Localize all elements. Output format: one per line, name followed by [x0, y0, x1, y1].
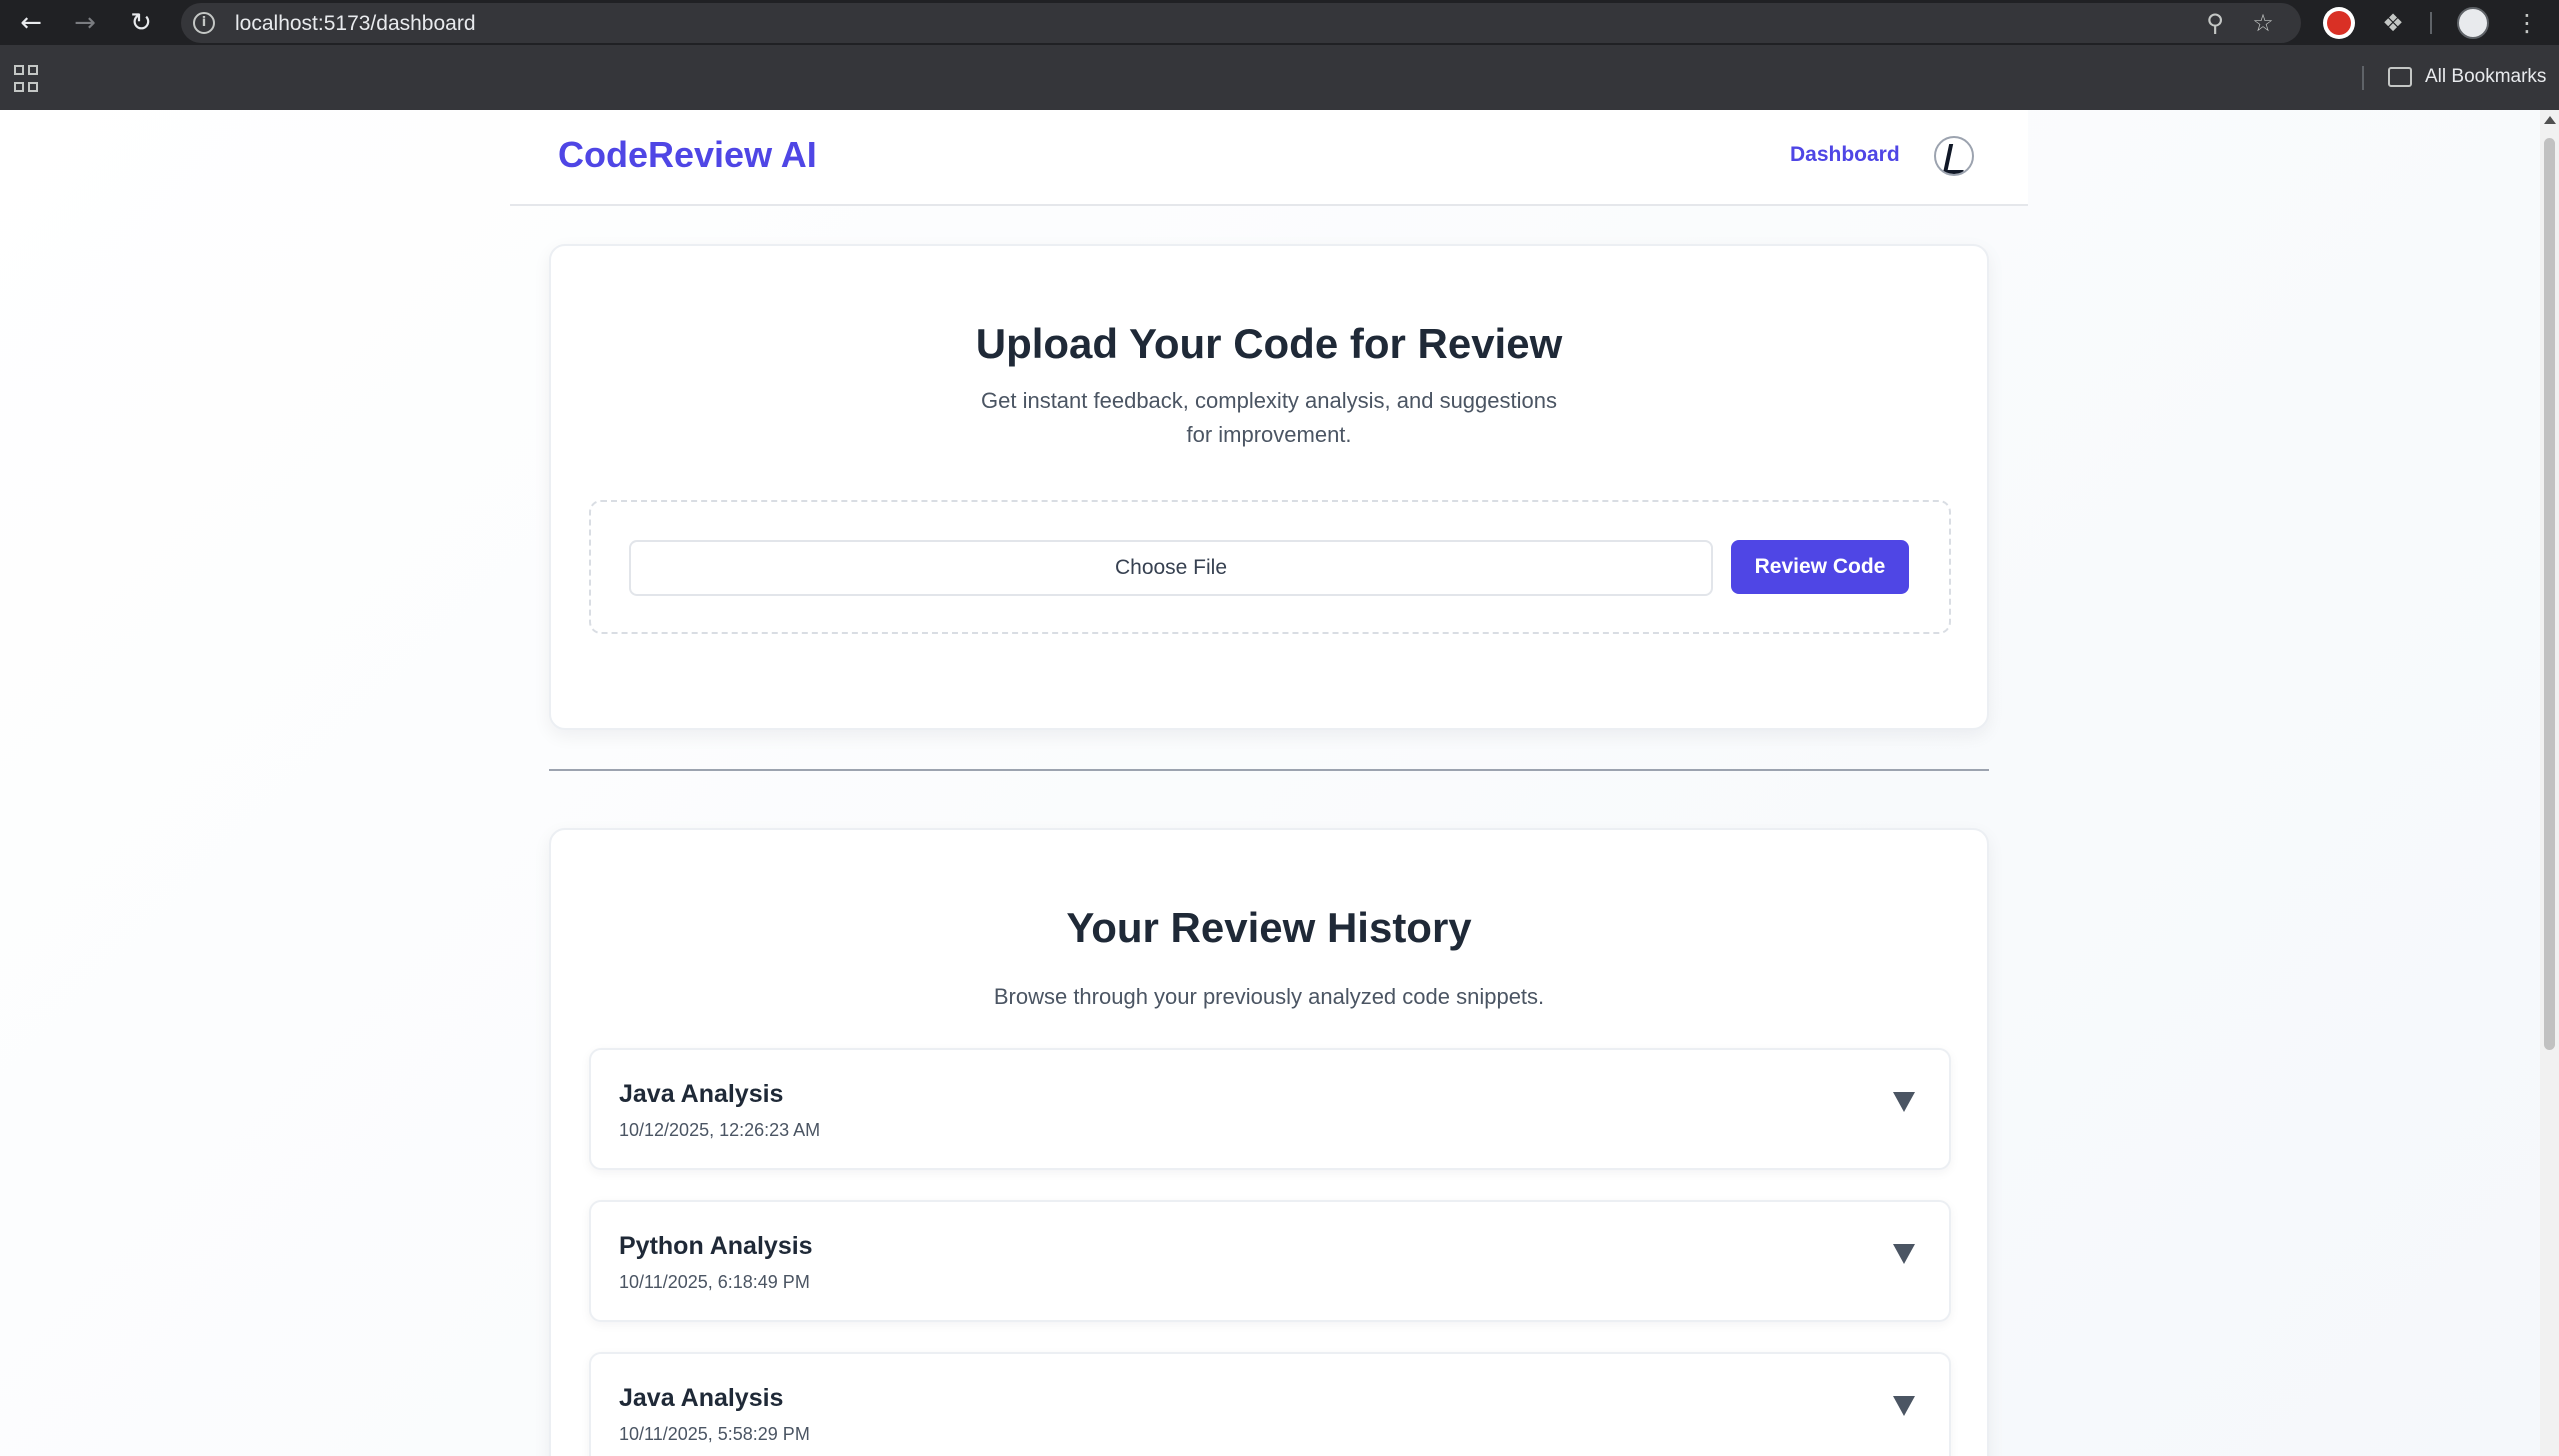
- history-item-date: 10/12/2025, 12:26:23 AM: [619, 1120, 821, 1140]
- nav-dashboard-link[interactable]: Dashboard: [1790, 143, 1900, 167]
- address-bar[interactable]: i localhost:5173/dashboard: [181, 3, 2301, 43]
- puzzle-icon[interactable]: ❖: [2376, 6, 2410, 40]
- page-scrollbar[interactable]: [2540, 110, 2559, 1456]
- zoom-icon[interactable]: ⚲: [2198, 6, 2232, 40]
- history-item-title: Java Analysis: [619, 1384, 784, 1412]
- forward-icon[interactable]: →: [68, 6, 102, 40]
- browser-toolbar: ← → ↻ i localhost:5173/dashboard ⚲ ☆ ❖ ⋮: [0, 0, 2559, 45]
- history-title: Your Review History: [1066, 904, 1472, 951]
- star-icon[interactable]: ☆: [2246, 6, 2280, 40]
- history-subtitle: Browse through your previously analyzed …: [993, 984, 1545, 1009]
- upload-drop-zone[interactable]: Choose File Review Code: [589, 500, 1951, 634]
- toolbar-divider: [2430, 12, 2432, 34]
- back-icon[interactable]: ←: [14, 6, 48, 40]
- history-item-title: Python Analysis: [619, 1232, 813, 1260]
- file-input[interactable]: Choose File: [629, 540, 1713, 596]
- section-divider: [549, 769, 1989, 771]
- reload-icon[interactable]: ↻: [124, 6, 158, 40]
- review-code-button[interactable]: Review Code: [1731, 540, 1909, 594]
- site-info-icon[interactable]: i: [193, 12, 215, 34]
- folder-icon[interactable]: [2388, 67, 2412, 87]
- history-item-title: Java Analysis: [619, 1080, 784, 1108]
- history-card: Your Review History Browse through your …: [549, 828, 1989, 1456]
- history-item[interactable]: Java Analysis 10/12/2025, 12:26:23 AM: [589, 1048, 1951, 1170]
- all-bookmarks-link[interactable]: All Bookmarks: [2425, 66, 2546, 88]
- history-item-date: 10/11/2025, 5:58:29 PM: [619, 1424, 810, 1444]
- history-item-date: 10/11/2025, 6:18:49 PM: [619, 1272, 810, 1292]
- url-text[interactable]: localhost:5173/dashboard: [235, 12, 476, 36]
- app-header: CodeReview AI Dashboard: [510, 110, 2028, 206]
- expand-toggle-icon[interactable]: [1893, 1244, 1915, 1264]
- bookmarks-bar: All Bookmarks: [0, 45, 2559, 110]
- upload-subtitle-line2: for improvement.: [1186, 422, 1352, 447]
- upload-title: Upload Your Code for Review: [975, 320, 1563, 367]
- scrollbar-thumb[interactable]: [2544, 138, 2555, 1050]
- upload-subtitle-line1: Get instant feedback, complexity analysi…: [981, 388, 1557, 413]
- page-viewport: CodeReview AI Dashboard Upload Your Code…: [0, 110, 2540, 1456]
- profile-icon[interactable]: [2457, 7, 2489, 39]
- brand-logo[interactable]: CodeReview AI: [558, 134, 817, 176]
- avatar[interactable]: [1934, 136, 1974, 176]
- upload-card: Upload Your Code for Review Get instant …: [549, 244, 1989, 730]
- menu-icon[interactable]: ⋮: [2510, 6, 2544, 40]
- apps-icon[interactable]: [14, 65, 44, 95]
- history-item[interactable]: Java Analysis 10/11/2025, 5:58:29 PM: [589, 1352, 1951, 1456]
- expand-toggle-icon[interactable]: [1893, 1396, 1915, 1416]
- bookmarks-divider: [2362, 66, 2364, 90]
- scroll-up-arrow-icon[interactable]: [2544, 116, 2556, 124]
- expand-toggle-icon[interactable]: [1893, 1092, 1915, 1112]
- extension-icon[interactable]: [2323, 7, 2355, 39]
- history-item[interactable]: Python Analysis 10/11/2025, 6:18:49 PM: [589, 1200, 1951, 1322]
